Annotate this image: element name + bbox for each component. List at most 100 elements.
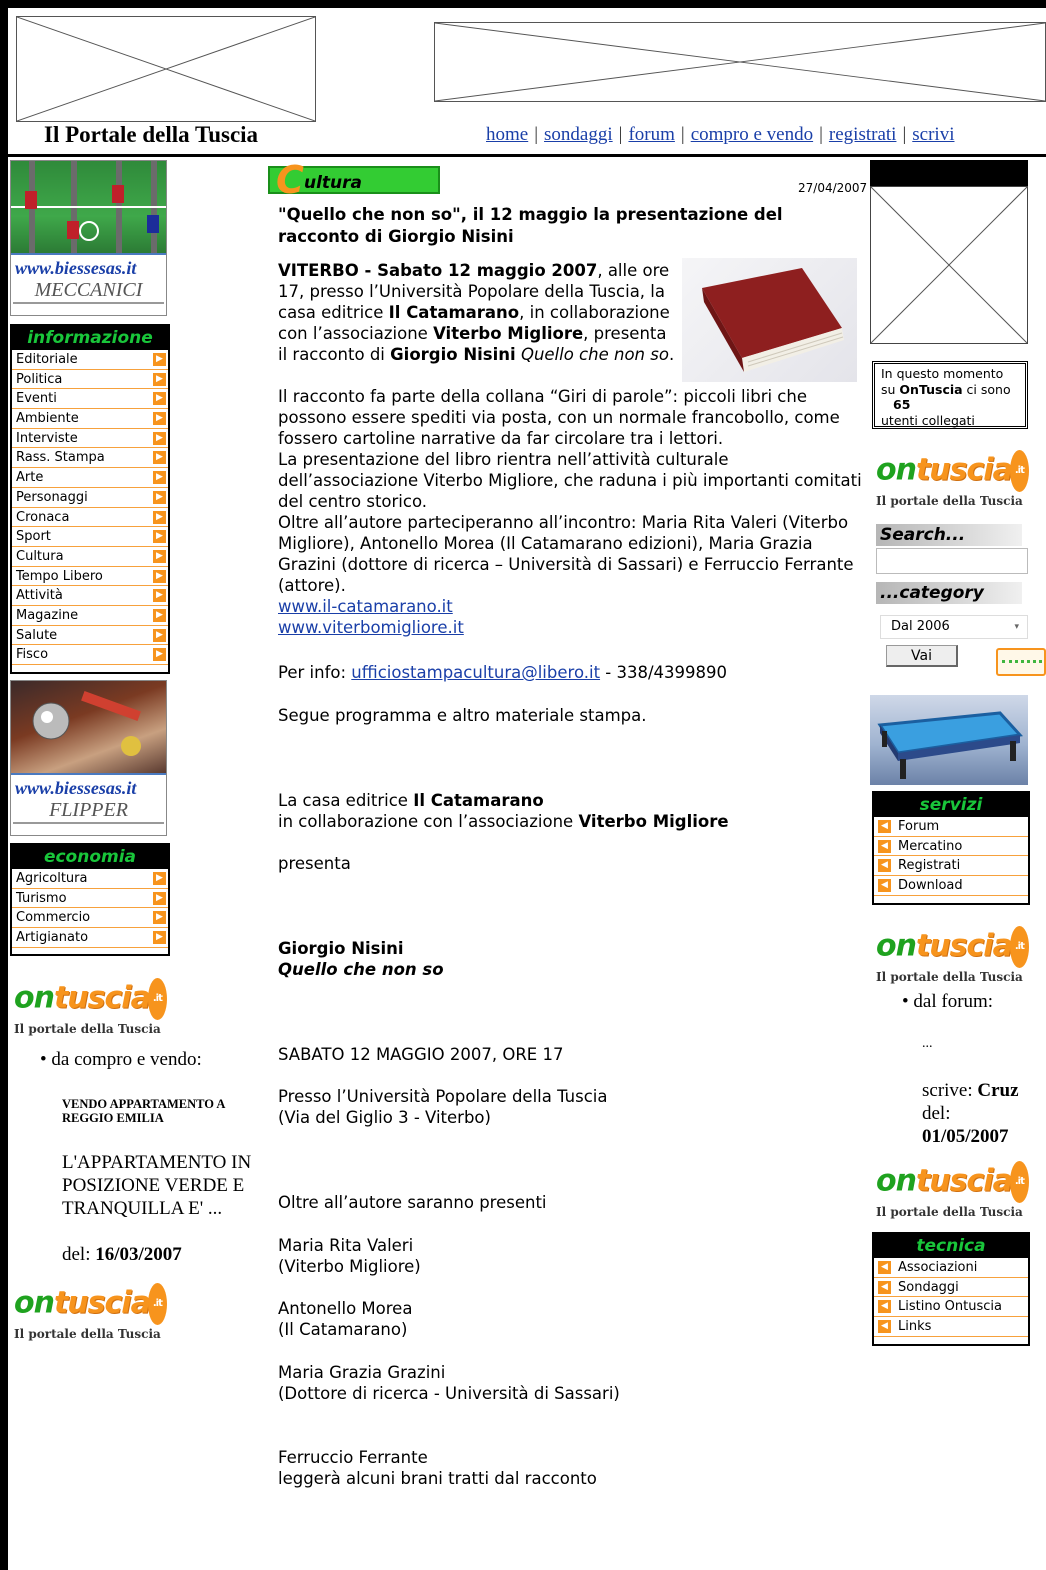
link-catamarano[interactable]: www.il-catamarano.it bbox=[278, 597, 453, 616]
nav-forum[interactable]: forum bbox=[628, 124, 674, 145]
category-label: ...category bbox=[876, 582, 1022, 604]
text-bold: Il Catamarano bbox=[413, 791, 544, 810]
guest-name: Maria Grazia Grazini bbox=[278, 1363, 446, 1382]
forum-author-name: Cruz bbox=[977, 1080, 1019, 1101]
menu-item-personaggi[interactable]: Personaggi ▶ bbox=[12, 487, 168, 508]
banner-word: FLIPPER bbox=[13, 798, 164, 824]
go-icon[interactable] bbox=[996, 648, 1046, 676]
menu-item-sport[interactable]: Sport ▶ bbox=[12, 527, 168, 547]
nav-scrivi[interactable]: scrivi bbox=[912, 124, 954, 145]
pool-table-image[interactable] bbox=[870, 695, 1028, 785]
ontuscia-logo[interactable]: ontuscia .it Il portale della Tuscia bbox=[876, 1161, 1029, 1219]
author-name: Giorgio Nisini bbox=[278, 939, 404, 958]
menu-item-sondaggi[interactable]: ◀ Sondaggi bbox=[874, 1278, 1028, 1298]
menu-item-turismo[interactable]: Turismo ▶ bbox=[12, 888, 168, 909]
header-banner-right[interactable] bbox=[434, 22, 1046, 102]
menu-item-eventi[interactable]: Eventi ▶ bbox=[12, 389, 168, 410]
menu-header: informazione bbox=[12, 326, 168, 350]
compro-ad-title[interactable]: VENDO APPARTAMENTO A REGGIO EMILIA bbox=[62, 1097, 252, 1125]
logo-it-badge: .it bbox=[147, 978, 167, 1020]
menu-item-listino-ontuscia[interactable]: ◀ Listino Ontuscia bbox=[874, 1297, 1028, 1318]
menu-item-fisco[interactable]: Fisco ▶ bbox=[12, 645, 168, 665]
menu-item-attivita[interactable]: Attività ▶ bbox=[12, 586, 168, 606]
online-text: su bbox=[881, 381, 900, 397]
menu-header: economia bbox=[12, 845, 168, 869]
guest-3: Maria Grazia Grazini (Dottore di ricerca … bbox=[278, 1362, 868, 1404]
paragraph: Il racconto fa parte della collana “Giri… bbox=[278, 387, 840, 448]
guest-name: Ferruccio Ferrante bbox=[278, 1448, 428, 1467]
arrow-left-icon: ◀ bbox=[878, 1300, 891, 1314]
menu-item-editoriale[interactable]: Editoriale ▶ bbox=[12, 350, 168, 370]
arrow-left-icon: ◀ bbox=[878, 859, 891, 873]
menu-item-arte[interactable]: Arte ▶ bbox=[12, 468, 168, 488]
compro-bullet: • da compro e vendo: bbox=[40, 1049, 202, 1070]
forum-snippet[interactable]: ... bbox=[922, 1036, 933, 1052]
menu-item-politica[interactable]: Politica ▶ bbox=[12, 369, 168, 390]
logo-tuscia: tuscia bbox=[915, 1163, 1013, 1199]
menu-item-interviste[interactable]: Interviste ▶ bbox=[12, 428, 168, 449]
menu-item-magazine[interactable]: Magazine ▶ bbox=[12, 605, 168, 626]
search-input[interactable] bbox=[876, 548, 1028, 574]
menu-item-mercatino[interactable]: ◀ Mercatino bbox=[874, 837, 1028, 857]
arrow-left-icon: ◀ bbox=[878, 879, 891, 893]
link-viterbomigliore[interactable]: www.viterbomigliore.it bbox=[278, 618, 464, 637]
menu-item-label: Turismo bbox=[16, 890, 67, 906]
menu-item-ambiente[interactable]: Ambiente ▶ bbox=[12, 409, 168, 429]
menu-item-rass-stampa[interactable]: Rass. Stampa ▶ bbox=[12, 448, 168, 469]
where-line: Presso l’Università Popolare della Tusci… bbox=[278, 1087, 608, 1106]
right-banner-placeholder[interactable] bbox=[870, 186, 1028, 344]
category-badge[interactable]: C ultura bbox=[268, 158, 440, 202]
nav-separator: | bbox=[680, 124, 685, 145]
nav-sondaggi[interactable]: sondaggi bbox=[544, 124, 613, 145]
nav-compro-e-vendo[interactable]: compro e vendo bbox=[691, 124, 813, 145]
info-email-link[interactable]: ufficiostampacultura@libero.it bbox=[351, 663, 600, 682]
text: . bbox=[668, 345, 675, 364]
header-banner-left[interactable] bbox=[16, 16, 316, 122]
menu-item-associazioni[interactable]: ◀ Associazioni bbox=[874, 1258, 1028, 1278]
banner-meccanici[interactable]: www.biessesas.it MECCANICI bbox=[10, 160, 167, 316]
menu-item-label: Listino Ontuscia bbox=[898, 1299, 1002, 1315]
forum-date: 01/05/2007 bbox=[922, 1126, 1009, 1147]
forum-author: scrive: Cruz del: 01/05/2007 bbox=[922, 1079, 1042, 1148]
ontuscia-logo[interactable]: ontuscia .it Il portale della Tuscia bbox=[14, 978, 167, 1036]
logo-tuscia: tuscia bbox=[915, 452, 1013, 488]
ontuscia-logo[interactable]: ontuscia .it Il portale della Tuscia bbox=[14, 1283, 167, 1341]
logo-it-badge: .it bbox=[1009, 450, 1029, 492]
menu-item-registrati[interactable]: ◀ Registrati bbox=[874, 856, 1028, 877]
nav-separator: | bbox=[534, 124, 539, 145]
text-bold: Giorgio Nisini bbox=[390, 345, 516, 364]
text: La casa editrice bbox=[278, 791, 414, 810]
ontuscia-logo[interactable]: ontuscia .it Il portale della Tuscia bbox=[876, 450, 1029, 508]
right-banner-bar bbox=[870, 160, 1028, 186]
menu-item-cultura[interactable]: Cultura ▶ bbox=[12, 546, 168, 567]
menu-item-tempo-libero[interactable]: Tempo Libero ▶ bbox=[12, 566, 168, 587]
menu-item-download[interactable]: ◀ Download bbox=[874, 876, 1028, 896]
date-label: del: bbox=[62, 1244, 91, 1265]
ontuscia-logo[interactable]: ontuscia .it Il portale della Tuscia bbox=[876, 926, 1029, 984]
vai-button[interactable]: Vai bbox=[886, 645, 958, 667]
menu-item-cronaca[interactable]: Cronaca ▶ bbox=[12, 507, 168, 528]
nav-registrati[interactable]: registrati bbox=[829, 124, 897, 145]
category-select[interactable]: Dal 2006 ▾ bbox=[880, 615, 1028, 639]
nav-home[interactable]: home bbox=[486, 124, 528, 145]
menu-item-artigianato[interactable]: Artigianato ▶ bbox=[12, 928, 168, 948]
menu-item-label: Editoriale bbox=[16, 352, 78, 367]
arrow-right-icon: ▶ bbox=[153, 911, 166, 925]
menu-item-label: Interviste bbox=[16, 430, 78, 446]
guest-role: (Viterbo Migliore) bbox=[278, 1257, 421, 1276]
arrow-right-icon: ▶ bbox=[153, 530, 166, 544]
menu-item-label: Arte bbox=[16, 470, 44, 486]
menu-header: tecnica bbox=[874, 1234, 1028, 1258]
site-title: Il Portale della Tuscia bbox=[44, 122, 259, 147]
logo-on: on bbox=[14, 980, 55, 1016]
menu-item-forum[interactable]: ◀ Forum bbox=[874, 817, 1028, 837]
menu-item-label: Agricoltura bbox=[16, 871, 88, 886]
menu-item-label: Fisco bbox=[16, 647, 49, 663]
menu-item-commercio[interactable]: Commercio ▶ bbox=[12, 908, 168, 929]
menu-item-agricoltura[interactable]: Agricoltura ▶ bbox=[12, 869, 168, 889]
banner-word: MECCANICI bbox=[13, 278, 164, 304]
menu-item-label: Cultura bbox=[16, 548, 64, 564]
menu-item-links[interactable]: ◀ Links bbox=[874, 1317, 1028, 1337]
menu-item-salute[interactable]: Salute ▶ bbox=[12, 625, 168, 646]
banner-flipper[interactable]: www.biessesas.it FLIPPER bbox=[10, 680, 167, 836]
